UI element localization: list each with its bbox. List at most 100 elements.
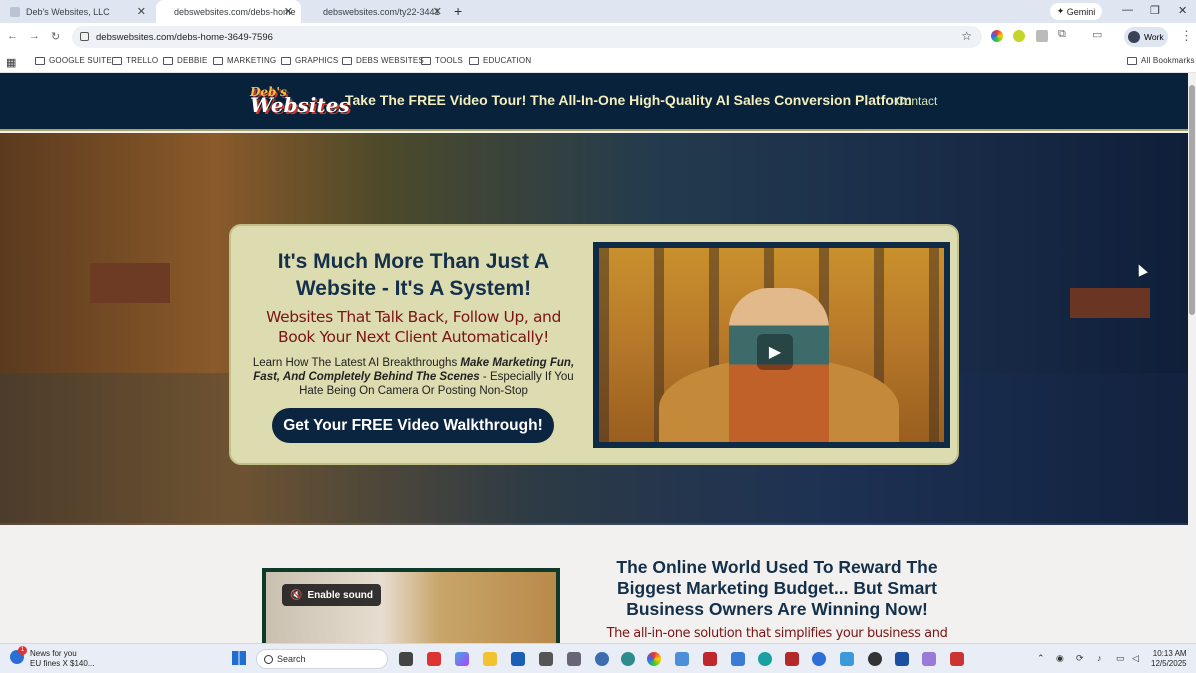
bookmark-debbie[interactable]: DEBBIE [163, 56, 208, 65]
tab-debs-home[interactable]: debswebsites.com/debs-home ✕ [156, 0, 301, 23]
task-view-icon[interactable] [399, 652, 413, 666]
app-shield-icon[interactable] [950, 652, 964, 666]
folder-icon [469, 56, 479, 65]
free-walkthrough-button[interactable]: Get Your FREE Video Walkthrough! [272, 408, 554, 443]
folder-icon [112, 56, 122, 65]
profile-button[interactable]: Work [1124, 27, 1168, 47]
contact-link[interactable]: Contact [896, 94, 937, 108]
bookmark-debs-websites[interactable]: DEBS WEBSITES [342, 56, 424, 65]
reload-icon[interactable]: ↻ [51, 30, 60, 43]
system-clock[interactable]: 10:13 AM 12/5/2025 [1151, 649, 1187, 669]
camera-icon[interactable] [539, 652, 553, 666]
bookmark-tools[interactable]: TOOLS [421, 56, 463, 65]
extension-green-icon[interactable] [1013, 30, 1025, 42]
bookmark-graphics[interactable]: GRAPHICS [281, 56, 338, 65]
hero-section: It's Much More Than Just A Website - It'… [0, 133, 1188, 525]
bookmark-star-icon[interactable]: ☆ [961, 29, 972, 43]
play-icon[interactable]: ▶ [757, 334, 793, 370]
page-scrollbar[interactable] [1188, 73, 1196, 643]
cabin-right [1070, 288, 1150, 318]
bookmark-google-suite[interactable]: GOOGLE SUITE [35, 56, 112, 65]
news-widget[interactable]: 1 News for you EU fines X $140... [10, 646, 94, 669]
toolbar: ← → ↻ debswebsites.com/debs-home-3649-75… [0, 23, 1196, 51]
new-tab-icon[interactable]: + [454, 3, 462, 19]
filezilla-icon[interactable] [703, 652, 717, 666]
app-tools-icon[interactable] [731, 652, 745, 666]
section-two: 🔇 Enable sound The Online World Used To R… [0, 525, 1188, 643]
settings-gear-icon[interactable] [567, 652, 581, 666]
extension-grid-icon[interactable] [1036, 30, 1048, 42]
enable-sound-button[interactable]: 🔇 Enable sound [282, 584, 382, 606]
tray-sync-icon[interactable]: ⟳ [1076, 653, 1084, 664]
bookmark-marketing[interactable]: MARKETING [213, 56, 276, 65]
network-icon[interactable]: ▭ [1116, 653, 1125, 664]
forward-icon[interactable]: → [29, 30, 40, 42]
close-tab-icon[interactable]: ✕ [284, 5, 293, 18]
site-info-icon[interactable] [80, 32, 89, 41]
app-globe-icon[interactable] [595, 652, 609, 666]
windows-start-icon[interactable] [232, 651, 246, 665]
app-dark-icon[interactable] [868, 652, 882, 666]
section-video[interactable]: 🔇 Enable sound [262, 568, 560, 643]
muted-speaker-icon: 🔇 [290, 589, 303, 601]
edge-icon[interactable] [758, 652, 772, 666]
tab-ty22[interactable]: debswebsites.com/ty22-3441 ✕ [305, 0, 450, 23]
section-text: The all-in-one solution that simplifies … [606, 626, 948, 641]
app-icon-red[interactable] [427, 652, 441, 666]
tab-bar: Deb's Websites, LLC ✕ debswebsites.com/d… [0, 0, 1196, 23]
site-logo[interactable]: Deb's Websites [250, 85, 350, 117]
back-icon[interactable]: ← [7, 30, 18, 42]
all-bookmarks[interactable]: All Bookmarks [1127, 56, 1195, 65]
web-page: Deb's Websites Take The FREE Video Tour!… [0, 73, 1188, 643]
close-tab-icon[interactable]: ✕ [137, 5, 146, 18]
folder-icon [281, 56, 291, 65]
file-explorer-icon[interactable] [483, 652, 497, 666]
tray-overflow-icon[interactable]: ⌃ [1037, 653, 1045, 664]
microphone-icon[interactable]: ♪ [1097, 653, 1102, 663]
maximize-icon[interactable]: ❐ [1150, 4, 1160, 17]
extensions-puzzle-icon[interactable]: ⧉ [1058, 28, 1066, 41]
app-teal-icon[interactable] [621, 652, 635, 666]
zoom-icon[interactable] [812, 652, 826, 666]
hero-video[interactable]: ▶ [593, 242, 950, 448]
folder-icon [213, 56, 223, 65]
app-v-icon[interactable] [895, 652, 909, 666]
folder-icon [35, 56, 45, 65]
apps-grid-icon[interactable]: ▦ [6, 56, 17, 69]
taskbar: 1 News for you EU fines X $140... Search… [0, 643, 1196, 673]
extension-color-icon[interactable] [991, 30, 1003, 42]
hero-card: It's Much More Than Just A Website - It'… [229, 224, 959, 465]
tray-app-icon[interactable]: ◉ [1056, 653, 1064, 664]
outlook-icon[interactable] [511, 652, 525, 666]
close-tab-icon[interactable]: ✕ [433, 5, 442, 18]
bookmark-trello[interactable]: TRELLO [112, 56, 158, 65]
address-bar[interactable]: debswebsites.com/debs-home-3649-7596 ☆ [72, 26, 982, 48]
app-pen-icon[interactable] [922, 652, 936, 666]
folder-icon [342, 56, 352, 65]
tab-debs-websites[interactable]: Deb's Websites, LLC ✕ [0, 0, 154, 23]
avatar [1128, 31, 1140, 43]
folder-icon [1127, 56, 1137, 65]
scrollbar-thumb[interactable] [1189, 85, 1195, 315]
app-download-icon[interactable] [840, 652, 854, 666]
minimize-icon[interactable]: — [1122, 4, 1133, 16]
volume-icon[interactable]: ◁ [1132, 653, 1139, 664]
bookmark-education[interactable]: EDUCATION [469, 56, 531, 65]
folder-icon [163, 56, 173, 65]
chrome-icon[interactable] [647, 652, 661, 666]
copilot-icon[interactable] [455, 652, 469, 666]
app-puzzle-icon[interactable] [785, 652, 799, 666]
section-headline: The Online World Used To Reward The Bigg… [616, 557, 938, 619]
menu-kebab-icon[interactable]: ⋮ [1180, 28, 1193, 44]
favicon-icon [10, 6, 20, 17]
app-blue-icon[interactable] [675, 652, 689, 666]
close-window-icon[interactable]: ✕ [1178, 4, 1187, 17]
hero-headline: It's Much More Than Just A Website - It'… [277, 250, 550, 300]
tab-search-icon[interactable]: ▭ [1092, 28, 1102, 41]
cabin-left [90, 263, 170, 303]
hero-body: Learn How The Latest AI Breakthroughs Ma… [252, 357, 575, 397]
hero-subheadline: Websites That Talk Back, Follow Up, and … [266, 308, 561, 346]
taskbar-search[interactable]: Search [256, 649, 388, 669]
gemini-button[interactable]: ✦ Gemini [1050, 3, 1102, 20]
header-tagline: Take The FREE Video Tour! The All-In-One… [345, 92, 912, 108]
